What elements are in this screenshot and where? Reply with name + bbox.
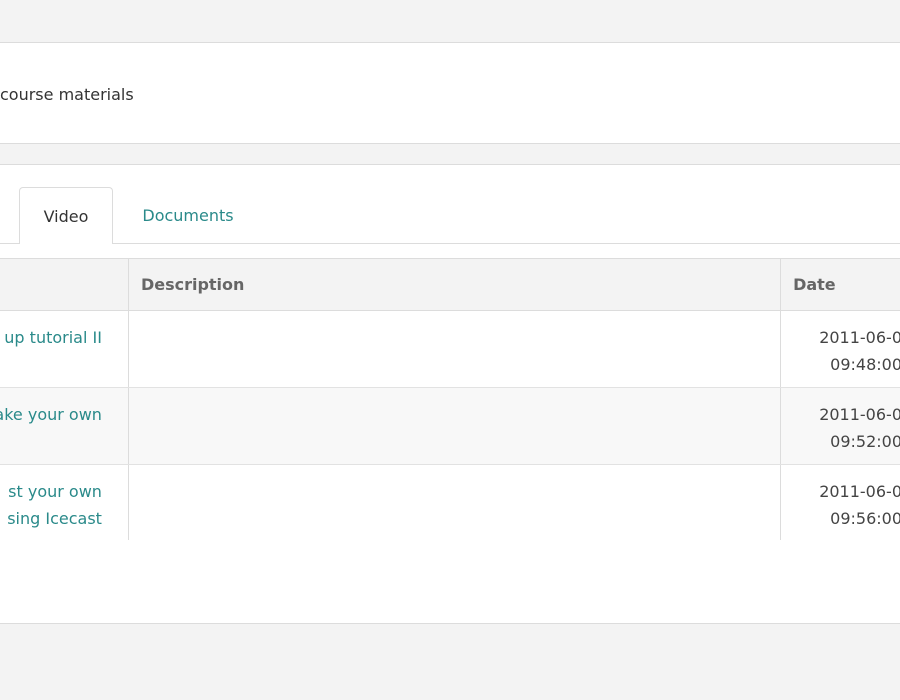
header-title: course materials — [0, 85, 134, 104]
tab-documents[interactable]: Documents — [122, 187, 254, 243]
row-title-cell: up tutorial II — [0, 310, 129, 388]
video-title-link[interactable]: st your own — [0, 478, 116, 505]
video-title-link-line2[interactable]: sing Icecast — [0, 505, 116, 532]
date-value: 2011-06-0 — [819, 405, 900, 424]
row-title-cell: st your own sing Icecast — [0, 464, 129, 540]
time-value: 09:52:00 — [830, 432, 900, 451]
time-value: 09:48:00 — [830, 355, 900, 374]
row-date-cell: 2011-06-0 09:48:00 — [780, 310, 900, 388]
column-header-title[interactable] — [0, 258, 129, 311]
column-header-description[interactable]: Description — [127, 258, 781, 311]
tab-video[interactable]: Video — [19, 187, 113, 244]
table-header-row: Description Date — [0, 258, 900, 311]
materials-tabs: Video Documents — [0, 187, 900, 244]
course-header-card: course materials — [0, 42, 900, 144]
materials-table: Description Date up tutorial II 2011-06-… — [0, 258, 900, 540]
video-title-link[interactable]: ake your own — [0, 401, 116, 428]
row-description-cell — [127, 387, 781, 465]
table-row: up tutorial II 2011-06-0 09:48:00 — [0, 310, 900, 388]
time-value: 09:56:00 — [830, 509, 900, 528]
table-row: st your own sing Icecast 2011-06-0 09:56… — [0, 464, 900, 540]
date-value: 2011-06-0 — [819, 482, 900, 501]
table-row: ake your own 2011-06-0 09:52:00 — [0, 387, 900, 465]
video-title-link[interactable]: up tutorial II — [0, 324, 116, 351]
materials-table-wrapper: Description Date up tutorial II 2011-06-… — [0, 258, 900, 540]
row-date-cell: 2011-06-0 09:56:00 — [780, 464, 900, 540]
date-value: 2011-06-0 — [819, 328, 900, 347]
materials-card: Video Documents Description Date up tuto… — [0, 164, 900, 624]
row-date-cell: 2011-06-0 09:52:00 — [780, 387, 900, 465]
row-description-cell — [127, 464, 781, 540]
row-title-cell: ake your own — [0, 387, 129, 465]
column-header-date[interactable]: Date — [780, 258, 900, 311]
row-description-cell — [127, 310, 781, 388]
